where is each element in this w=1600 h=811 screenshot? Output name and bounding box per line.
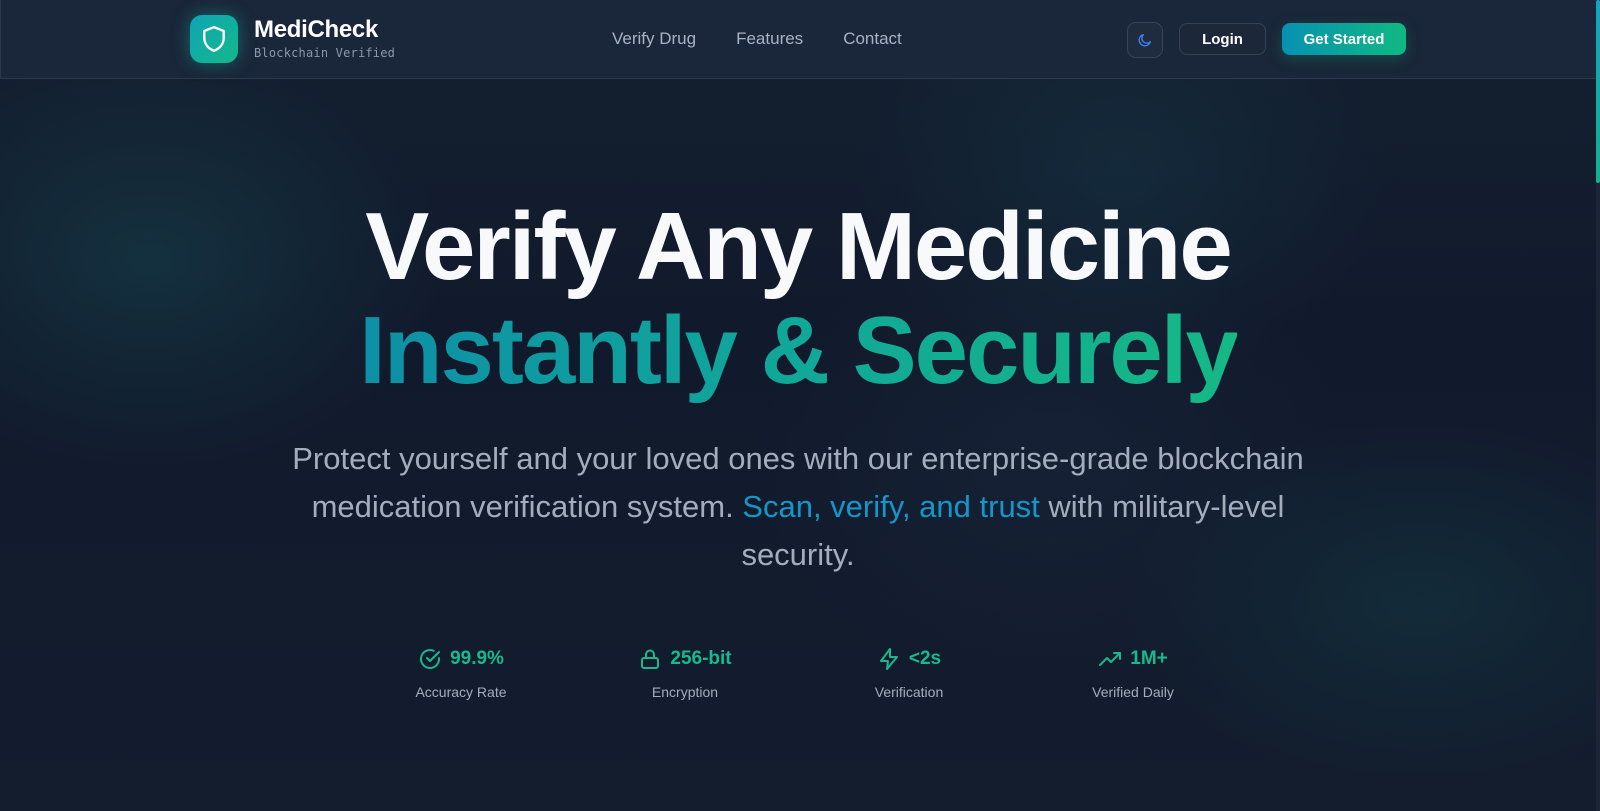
- brand-text: MediCheck Blockchain Verified: [254, 17, 395, 61]
- stat-value: <2s: [908, 648, 942, 669]
- hero-description-highlight: Scan, verify, and trust: [742, 489, 1040, 524]
- stat-label: Encryption: [651, 684, 719, 700]
- hero-title-accent-text: Instantly & Securely: [359, 297, 1239, 404]
- brand-name: MediCheck: [254, 16, 379, 43]
- nav-link-verify-drug[interactable]: Verify Drug: [612, 28, 696, 50]
- lightning-icon: [879, 648, 898, 670]
- hero-title-accent: Instantly & Securely: [0, 300, 1596, 402]
- hero-description: Protect yourself and your loved ones wit…: [290, 435, 1306, 579]
- stat-daily: 1M+ Verified Daily: [1033, 645, 1233, 701]
- brand-tagline: Blockchain Verified: [254, 46, 396, 60]
- page: MediCheck Blockchain Verified Verify Dru…: [0, 0, 1600, 811]
- lock-icon: [641, 649, 660, 669]
- hero-title: Verify Any Medicine: [365, 193, 1232, 300]
- stat-value: 1M+: [1130, 648, 1168, 669]
- get-started-button[interactable]: Get Started: [1282, 23, 1406, 55]
- scrollbar-thumb[interactable]: [1596, 0, 1600, 183]
- check-circle-icon: [420, 649, 441, 669]
- theme-toggle-button[interactable]: [1127, 22, 1163, 58]
- nav-link-contact[interactable]: Contact: [843, 28, 902, 50]
- stat-verification: <2s Verification: [809, 645, 1009, 701]
- stat-label: Verified Daily: [1092, 684, 1174, 700]
- login-button[interactable]: Login: [1179, 23, 1266, 55]
- stat-encryption: 256-bit Encryption: [585, 645, 785, 701]
- stat-label: Verification: [874, 684, 944, 700]
- navbar: MediCheck Blockchain Verified Verify Dru…: [0, 0, 1596, 79]
- brand-logo: [190, 15, 238, 63]
- shield-icon: [203, 25, 225, 53]
- scrollbar[interactable]: [1596, 0, 1600, 811]
- brand[interactable]: MediCheck Blockchain Verified: [190, 15, 395, 63]
- stat-label: Accuracy Rate: [415, 684, 507, 700]
- stat-value: 256-bit: [670, 648, 732, 669]
- trending-up-icon: [1099, 652, 1122, 666]
- stat-value: 99.9%: [450, 648, 504, 669]
- nav-links: Verify Drug Features Contact: [612, 28, 902, 50]
- stat-accuracy: 99.9% Accuracy Rate: [361, 645, 561, 701]
- nav-link-features[interactable]: Features: [736, 28, 803, 50]
- moon-icon: [1138, 34, 1151, 47]
